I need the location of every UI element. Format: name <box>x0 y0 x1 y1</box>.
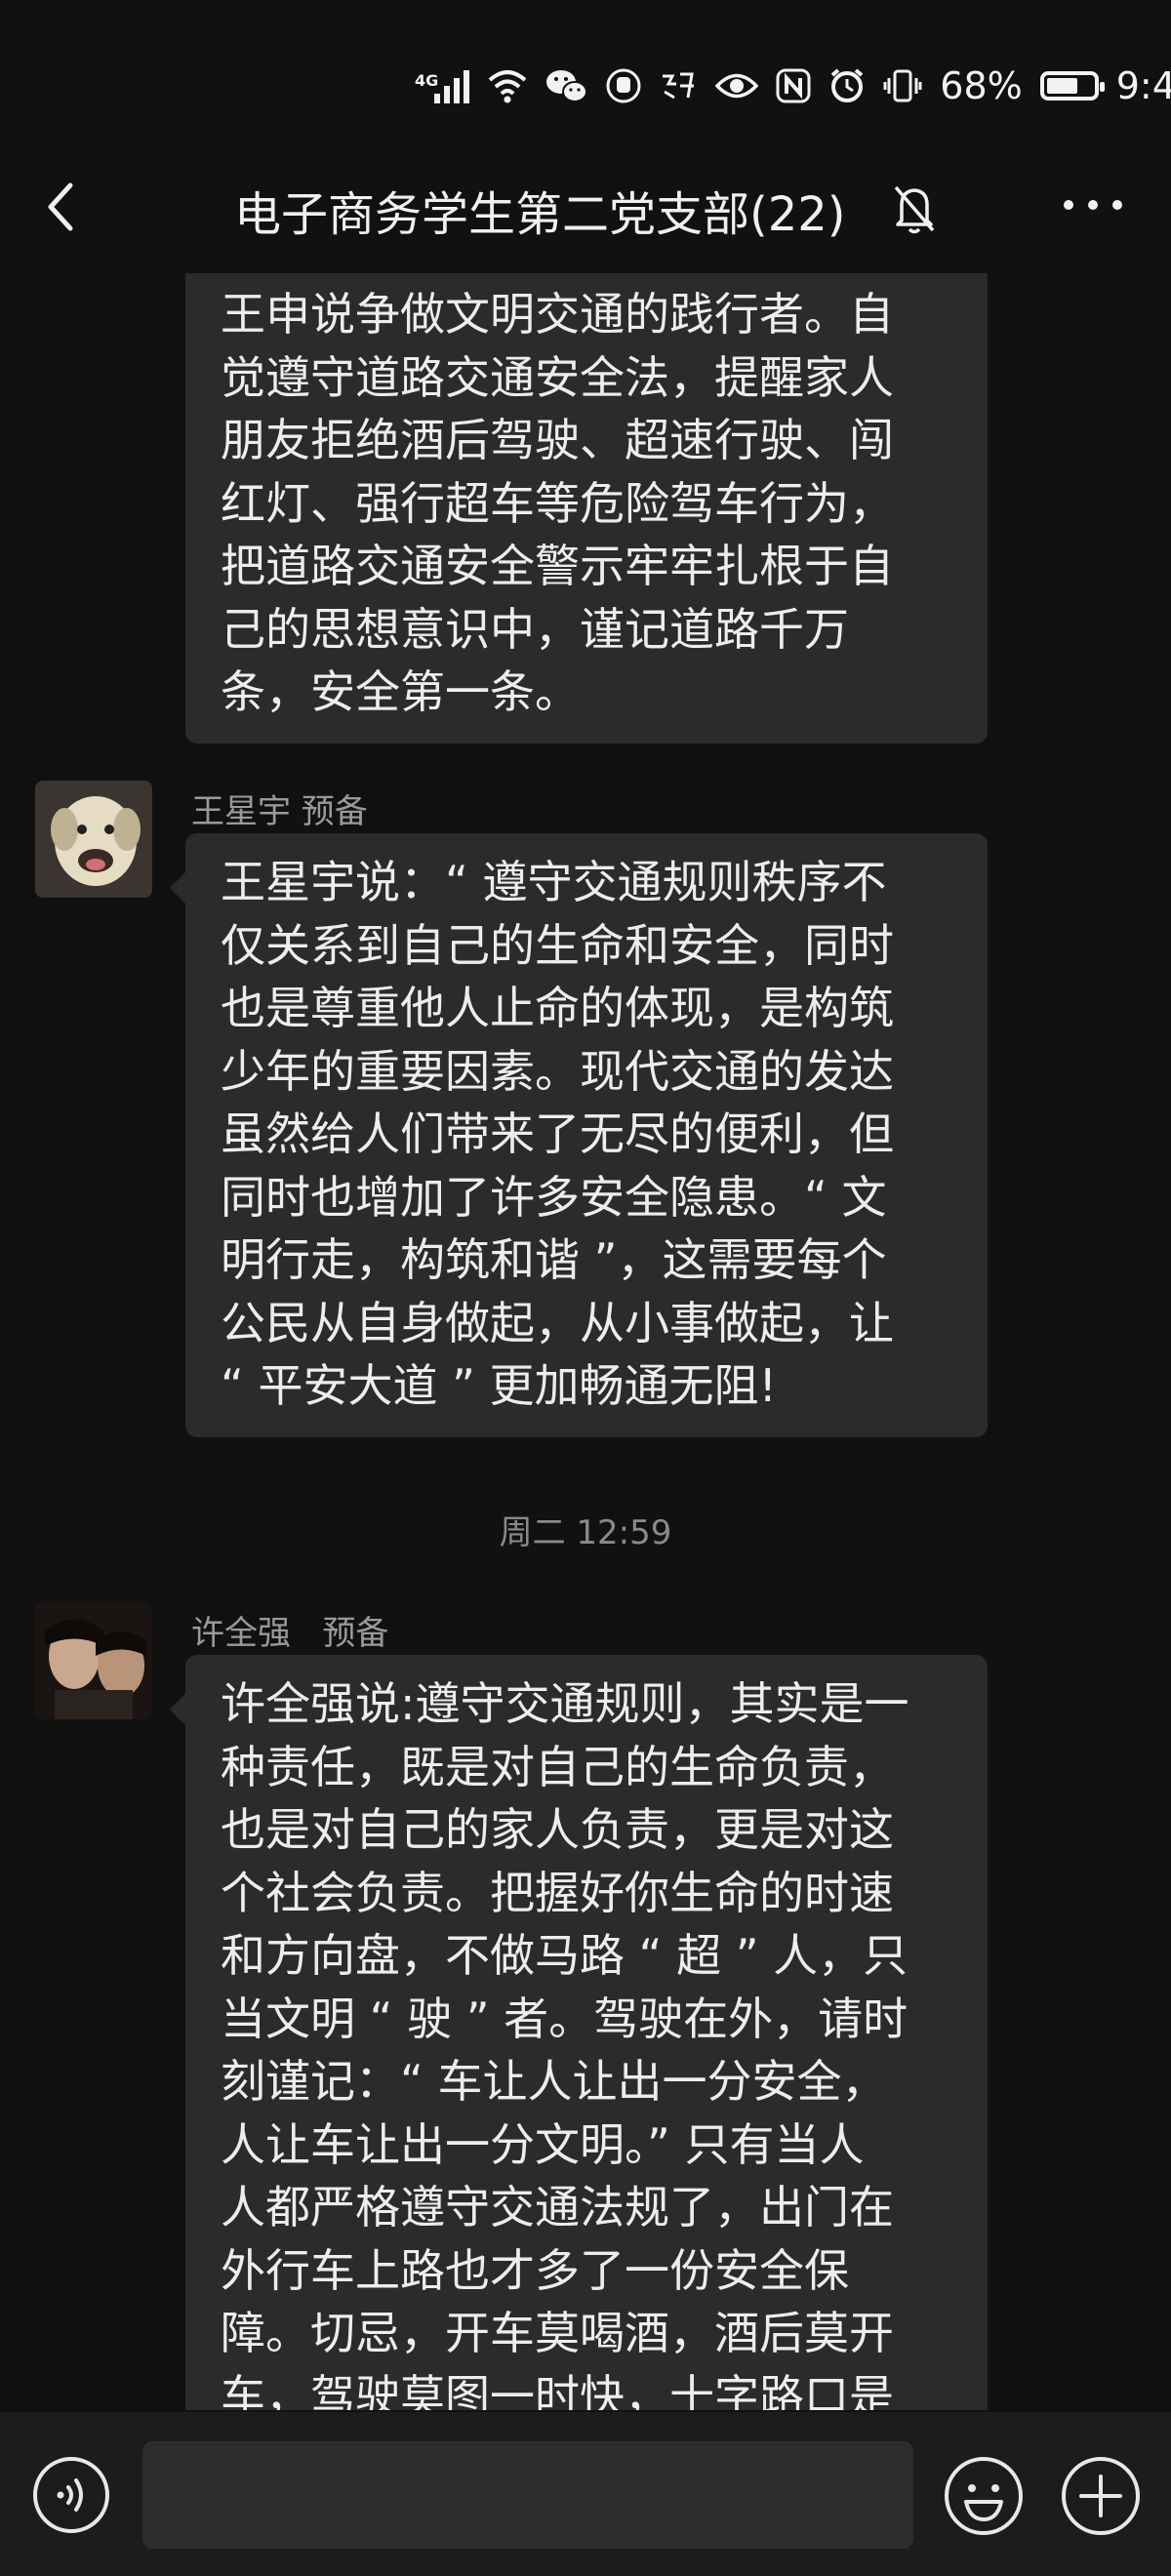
message-line: 外行车上路也才多了一份安全保 <box>221 2243 849 2297</box>
avatar-image <box>35 781 152 898</box>
avatar-image <box>35 1602 152 1719</box>
network-label: 4G <box>415 71 439 90</box>
message-line: 虽然给人们带来了无尽的便利，但 <box>221 1107 894 1160</box>
message-line: 朋友拒绝酒后驾驶、超速行驶、闯 <box>221 414 894 466</box>
alarm-icon <box>830 68 864 102</box>
message-line: 觉遵守道路交通安全法，提醒家人 <box>221 350 894 404</box>
message-line: 刻谨记：“ 车让人让出一分安全， <box>221 2055 887 2108</box>
message-line: “ 平安大道 ” 更加畅通无阻! <box>221 1359 777 1412</box>
plus-icon[interactable] <box>1060 2455 1142 2537</box>
message-line: 明行走，构筑和谐 ”，这需要每个 <box>221 1233 887 1286</box>
chevron-left-icon[interactable] <box>35 178 94 236</box>
message-list[interactable]: 王申说争做文明交通的践行者。自 觉遵守道路交通安全法，提醒家人 朋友拒绝酒后驾驶… <box>0 273 1171 2410</box>
message-line: 少年的重要因素。现代交通的发达 <box>221 1044 894 1098</box>
message-line: 公民从自身做起，从小事做起，让 <box>221 1296 894 1349</box>
nfc-icon <box>776 68 811 103</box>
message-line: 和方向盘，不做马路 “ 超 ” 人，只 <box>221 1929 909 1982</box>
vibrate-icon <box>883 69 922 102</box>
voice-icon[interactable] <box>31 2455 111 2535</box>
message-line: 条，安全第一条。 <box>221 665 580 718</box>
message-bubble[interactable]: 许全强说:遵守交通规则，其实是一 种责任，既是对自己的生命负责， 也是对自己的家… <box>170 1655 988 2411</box>
message-line: 也是对自己的家人负责，更是对这 <box>221 1803 894 1856</box>
battery-fill <box>1046 78 1077 94</box>
status-bar: 4G 68% 9:4 <box>0 0 1171 146</box>
message-line: 车，驾驶莫图一时快，十字路口是 <box>221 2369 894 2411</box>
network-icon: 4G <box>415 68 470 103</box>
message-line: 种责任，既是对自己的生命负责， <box>221 1740 894 1793</box>
battery-percent: 68% <box>940 64 1023 107</box>
message-line: 把道路交通安全警示牢牢扎根于自 <box>221 540 894 592</box>
avatar[interactable] <box>35 781 152 898</box>
wifi-icon <box>488 70 527 103</box>
eye-icon <box>715 73 759 99</box>
wechat-icon <box>546 70 588 102</box>
sender-name: 王星宇 预备 <box>191 792 368 831</box>
message-line: 王申说争做文明交通的践行者。自 <box>221 288 894 341</box>
chat-title[interactable]: 电子商务学生第二党支部(22) <box>234 176 846 244</box>
message-line: 己的思想意识中，谨记道路千万 <box>221 602 849 656</box>
avatar[interactable] <box>35 1602 152 1719</box>
message-bubble[interactable]: 王星宇说：“ 遵守交通规则秩序不 仅关系到自己的生命和安全，同时 也是尊重他人止… <box>170 833 988 1437</box>
input-bar <box>0 2412 1171 2576</box>
message-line: 人都严格遵守交通法规了，出门在 <box>221 2181 894 2234</box>
emoji-icon[interactable] <box>943 2455 1025 2537</box>
message-line: 障。切忌，开车莫喝酒，酒后莫开 <box>221 2307 894 2359</box>
more-icon[interactable] <box>1059 185 1127 224</box>
app-icon <box>663 72 695 100</box>
message-bubble[interactable]: 王申说争做文明交通的践行者。自 觉遵守道路交通安全法，提醒家人 朋友拒绝酒后驾驶… <box>185 273 988 744</box>
battery-icon <box>1039 71 1105 101</box>
message-line: 许全强说:遵守交通规则，其实是一 <box>221 1677 909 1730</box>
message-line: 人让车让出一分文明。” 只有当人 <box>221 2117 865 2171</box>
status-time: 9:44 <box>1115 64 1171 107</box>
message-line: 当文明 “ 驶 ” 者。驾驶在外，请时 <box>221 1992 909 2045</box>
message-line: 王星宇说：“ 遵守交通规则秩序不 <box>221 856 887 908</box>
message-line: 红灯、强行超车等危险驾车行为， <box>221 476 894 530</box>
sender-name: 许全强 预备 <box>191 1614 389 1653</box>
message-line: 仅关系到自己的生命和安全，同时 <box>221 918 894 972</box>
message-line: 同时也增加了许多安全隐患。“ 文 <box>221 1170 887 1224</box>
chat-header: 电子商务学生第二党支部(22) <box>0 156 1171 263</box>
bell-muted-icon <box>894 185 935 234</box>
hand-icon <box>606 68 641 103</box>
status-icons: 4G 68% 9:4 <box>415 57 1171 115</box>
message-line: 也是尊重他人止命的体现，是构筑 <box>221 982 894 1034</box>
message-input[interactable] <box>142 2441 913 2549</box>
message-timestamp: 周二 12:59 <box>499 1513 672 1552</box>
message-line: 个社会负责。把握好你生命的时速 <box>221 1866 894 1919</box>
